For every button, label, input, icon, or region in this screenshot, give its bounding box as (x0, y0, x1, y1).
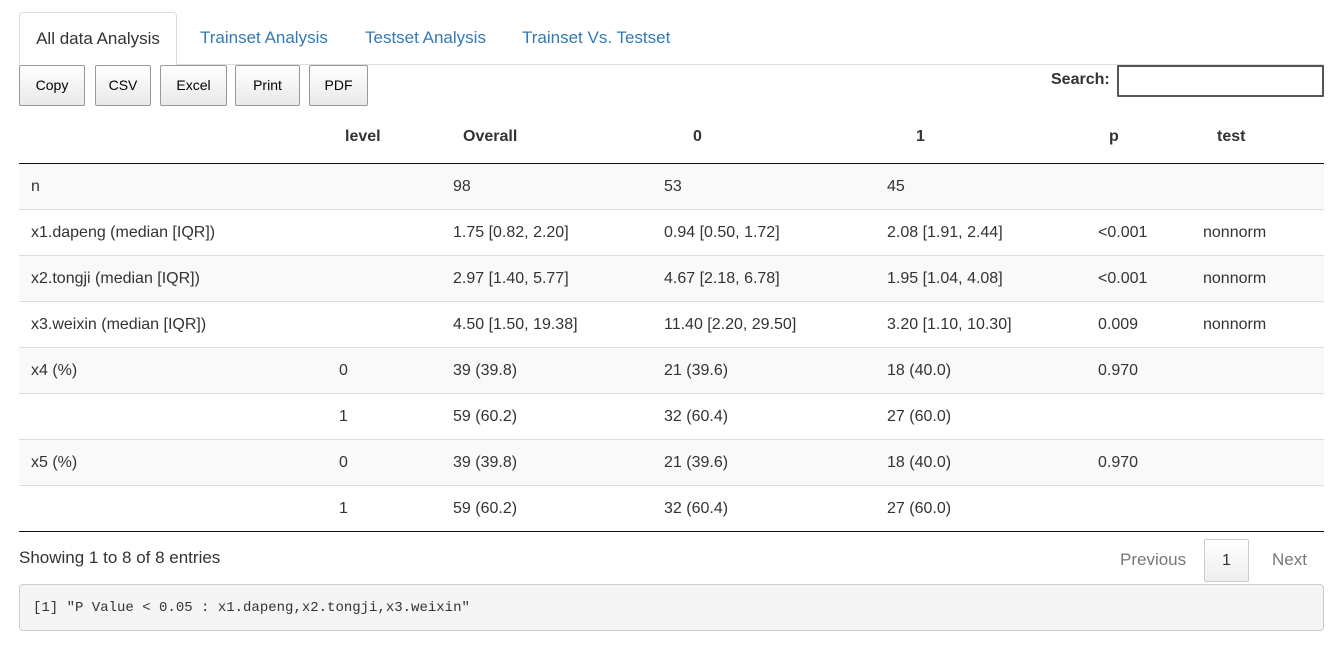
cell-overall: 98 (453, 177, 471, 195)
cell-variable: x2.tongji (median [IQR]) (19, 255, 324, 302)
cell-variable: n (31, 177, 40, 195)
cell-group-1: 27 (60.0) (887, 485, 1098, 532)
cell-group-1: 1.95 [1.04, 4.08] (887, 255, 1098, 302)
cell-variable (19, 485, 324, 532)
pdf-button[interactable]: PDF (309, 65, 368, 106)
table-info: Showing 1 to 8 of 8 entries (19, 548, 221, 567)
cell-p: 0.970 (1098, 347, 1203, 394)
table-header-row: level Overall 0 1 p test (19, 111, 1324, 164)
table-row: x1.dapeng (median [IQR]) 1.75 [0.82, 2.20… (19, 209, 1324, 256)
tab-trainset-analysis[interactable]: Trainset Analysis (200, 12, 328, 64)
cell-test (1203, 347, 1324, 394)
cell-p (1098, 393, 1203, 440)
cell-level (324, 301, 453, 348)
column-header-p[interactable]: p (1098, 111, 1203, 164)
cell-variable: x3.weixin (median [IQR]) (19, 301, 324, 348)
cell-overall: 59 (60.2) (453, 485, 664, 532)
r-output-block: [1] "P Value < 0.05 : x1.dapeng,x2.tongj… (19, 584, 1324, 631)
cell-overall: 2.97 [1.40, 5.77] (453, 255, 664, 302)
cell-group-0: 0.94 [0.50, 1.72] (664, 209, 887, 256)
cell-test (1203, 393, 1324, 440)
table-row: 1 59 (60.2) 32 (60.4) 27 (60.0) (19, 393, 1324, 440)
table-row: x5 (%) 0 39 (39.8) 21 (39.6) 18 (40.0) 0.970 (19, 439, 1324, 486)
tab-testset-analysis[interactable]: Testset Analysis (365, 12, 486, 64)
copy-button[interactable]: Copy (19, 65, 85, 106)
cell-overall: 59 (60.2) (453, 393, 664, 440)
csv-button[interactable]: CSV (95, 65, 151, 106)
cell-group-1: 45 (887, 177, 905, 195)
cell-group-0: 53 (664, 177, 682, 195)
cell-group-1: 3.20 [1.10, 10.30] (887, 301, 1098, 348)
cell-group-1: 2.08 [1.91, 2.44] (887, 209, 1098, 256)
column-header-variable[interactable] (19, 111, 324, 164)
data-table: level Overall 0 1 p test n 98 53 45 x1.dapen… (19, 111, 1324, 532)
cell-variable: x5 (%) (19, 439, 324, 486)
cell-test (1203, 439, 1324, 486)
cell-group-0: 4.67 [2.18, 6.78] (664, 255, 887, 302)
table-row: n 98 53 45 (19, 163, 1324, 210)
cell-p (1098, 485, 1203, 532)
cell-group-1: 18 (40.0) (887, 439, 1098, 486)
cell-overall: 1.75 [0.82, 2.20] (453, 209, 664, 256)
cell-level: 1 (324, 485, 453, 532)
table-row: x3.weixin (median [IQR]) 4.50 [1.50, 19.3… (19, 301, 1324, 348)
cell-group-0: 21 (39.6) (664, 347, 887, 394)
cell-overall: 39 (39.8) (453, 347, 664, 394)
tab-all-data-analysis[interactable]: All data Analysis (19, 12, 177, 65)
cell-overall: 4.50 [1.50, 19.38] (453, 301, 664, 348)
cell-group-0: 32 (60.4) (664, 485, 887, 532)
cell-variable: x4 (%) (19, 347, 324, 394)
cell-overall: 39 (39.8) (453, 439, 664, 486)
cell-level: 0 (324, 347, 453, 394)
column-header-1[interactable]: 1 (887, 111, 1098, 164)
cell-variable (19, 393, 324, 440)
cell-variable: x1.dapeng (median [IQR]) (19, 209, 324, 256)
excel-button[interactable]: Excel (160, 65, 227, 106)
cell-group-0: 21 (39.6) (664, 439, 887, 486)
cell-test: nonnorm (1203, 301, 1324, 348)
table-row: x2.tongji (median [IQR]) 2.97 [1.40, 5.77… (19, 255, 1324, 302)
tab-bar: All data Analysis Trainset Analysis Test… (19, 12, 1324, 65)
cell-group-0: 32 (60.4) (664, 393, 887, 440)
cell-level (324, 255, 453, 302)
tab-trainset-vs-testset[interactable]: Trainset Vs. Testset (522, 12, 670, 64)
cell-p (1098, 164, 1203, 210)
column-header-overall[interactable]: Overall (453, 111, 664, 164)
next-page-button[interactable]: Next (1272, 550, 1307, 570)
search-input[interactable] (1117, 65, 1324, 97)
cell-test (1203, 164, 1324, 210)
cell-group-1: 27 (60.0) (887, 393, 1098, 440)
column-header-test[interactable]: test (1203, 111, 1324, 164)
cell-p: 0.009 (1098, 301, 1203, 348)
table-row: 1 59 (60.2) 32 (60.4) 27 (60.0) (19, 485, 1324, 532)
cell-p: 0.970 (1098, 439, 1203, 486)
page-1-button[interactable]: 1 (1204, 539, 1249, 582)
cell-p: <0.001 (1098, 209, 1203, 256)
cell-level (324, 209, 453, 256)
search-label: Search: (1051, 71, 1110, 88)
cell-test (1203, 485, 1324, 532)
cell-test: nonnorm (1203, 255, 1324, 302)
table-row: x4 (%) 0 39 (39.8) 21 (39.6) 18 (40.0) 0.970 (19, 347, 1324, 394)
column-header-level[interactable]: level (324, 111, 453, 164)
cell-level (324, 164, 453, 210)
column-header-0[interactable]: 0 (664, 111, 887, 164)
cell-level: 0 (324, 439, 453, 486)
previous-page-button[interactable]: Previous (1120, 550, 1186, 570)
cell-group-1: 18 (40.0) (887, 347, 1098, 394)
print-button[interactable]: Print (235, 65, 300, 106)
cell-test: nonnorm (1203, 209, 1324, 256)
cell-level: 1 (324, 393, 453, 440)
cell-group-0: 11.40 [2.20, 29.50] (664, 301, 887, 348)
cell-p: <0.001 (1098, 255, 1203, 302)
